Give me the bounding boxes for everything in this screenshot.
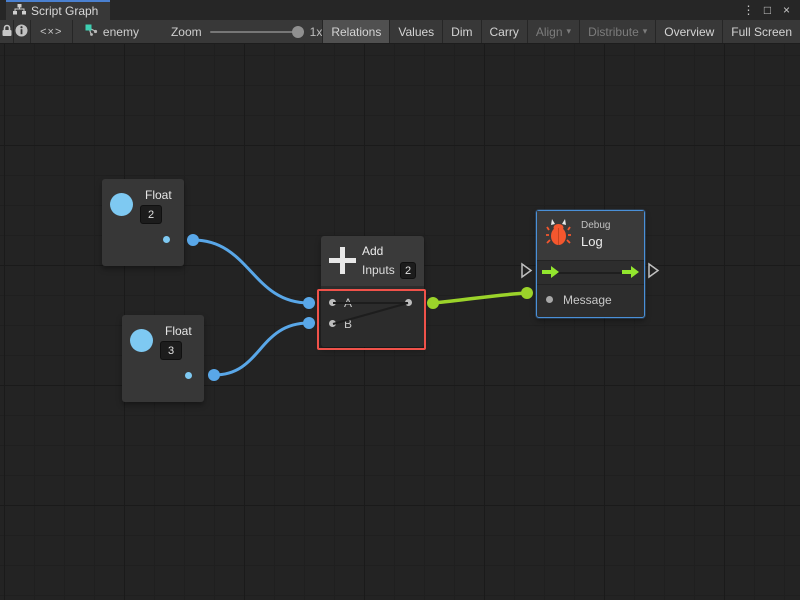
port-b-label: B bbox=[344, 317, 352, 331]
zoom-slider[interactable] bbox=[210, 31, 302, 33]
wire-endpoint bbox=[521, 287, 533, 299]
carry-button[interactable]: Carry bbox=[481, 20, 527, 43]
wire-add-to-message[interactable] bbox=[433, 293, 527, 303]
info-button[interactable] bbox=[14, 20, 30, 43]
message-label: Message bbox=[563, 293, 612, 307]
external-flow-out-triangle[interactable] bbox=[649, 264, 658, 277]
message-row: Message bbox=[537, 285, 644, 317]
float-node-1[interactable]: Float 2 bbox=[102, 179, 184, 266]
flow-output-port-icon[interactable] bbox=[622, 265, 639, 284]
zoom-slider-handle[interactable] bbox=[292, 26, 304, 38]
tab-title: Script Graph bbox=[31, 4, 98, 18]
wire-endpoint bbox=[427, 297, 439, 309]
port-a-label: A bbox=[344, 296, 352, 310]
wire-endpoint bbox=[303, 297, 315, 309]
wire-endpoint bbox=[208, 369, 220, 381]
zoom-control: Zoom 1x bbox=[149, 20, 322, 43]
node-title: Add bbox=[362, 244, 383, 258]
dim-button[interactable]: Dim bbox=[442, 20, 480, 43]
flow-relation-line bbox=[557, 272, 624, 274]
float-value-field[interactable]: 3 bbox=[160, 341, 182, 360]
zoom-label: Zoom bbox=[171, 25, 202, 39]
debug-log-node[interactable]: Debug Log Message bbox=[536, 210, 645, 318]
align-dropdown[interactable]: Align▾ bbox=[527, 20, 579, 43]
full-screen-button[interactable]: Full Screen bbox=[722, 20, 800, 43]
lock-icon bbox=[1, 24, 13, 40]
toolbar-buttons: Relations Values Dim Carry Align▾ Distri… bbox=[322, 20, 800, 43]
debug-node-header: Debug Log bbox=[537, 211, 644, 261]
distribute-dropdown[interactable]: Distribute▾ bbox=[579, 20, 655, 43]
float-value-field[interactable]: 2 bbox=[140, 205, 162, 224]
script-graph-asset-icon bbox=[85, 24, 98, 39]
inputs-count-field[interactable]: 2 bbox=[400, 262, 416, 279]
wire-endpoint bbox=[303, 317, 315, 329]
breadcrumb-label: enemy bbox=[103, 25, 139, 39]
maximize-icon[interactable]: □ bbox=[760, 0, 775, 20]
close-icon[interactable]: × bbox=[779, 0, 794, 20]
wire-endpoint bbox=[187, 234, 199, 246]
add-node[interactable]: Add Inputs 2 A B bbox=[321, 236, 424, 347]
node-title: Float bbox=[145, 188, 172, 202]
external-flow-in-triangle[interactable] bbox=[522, 264, 531, 277]
float-value-icon bbox=[110, 193, 133, 216]
bug-icon bbox=[546, 218, 571, 253]
plus-icon bbox=[329, 247, 356, 274]
node-category: Debug bbox=[581, 220, 610, 231]
add-node-header: Add Inputs 2 bbox=[321, 236, 424, 286]
graph-canvas[interactable]: Float 2 Float 3 Add Inputs 2 A B bbox=[0, 44, 800, 600]
zoom-value: 1x bbox=[310, 25, 323, 39]
node-title: Float bbox=[165, 324, 192, 338]
input-port-a[interactable] bbox=[329, 299, 336, 306]
float-node-2[interactable]: Float 3 bbox=[122, 315, 204, 402]
add-node-body: A B bbox=[321, 286, 424, 347]
relations-button[interactable]: Relations bbox=[322, 20, 389, 43]
float-output-port[interactable] bbox=[163, 236, 170, 243]
chevron-down-icon: ▾ bbox=[643, 26, 648, 37]
chevron-down-icon: ▾ bbox=[567, 26, 572, 37]
float-value-icon bbox=[130, 329, 153, 352]
float-output-port[interactable] bbox=[185, 372, 192, 379]
code-view-button[interactable]: <×> bbox=[31, 20, 73, 43]
overview-button[interactable]: Overview bbox=[655, 20, 722, 43]
graph-hierarchy-icon bbox=[13, 2, 26, 20]
wire-float2-to-add-b[interactable] bbox=[214, 323, 309, 375]
info-icon bbox=[15, 24, 28, 40]
message-input-port[interactable] bbox=[546, 296, 553, 303]
lock-button[interactable] bbox=[0, 20, 14, 43]
flow-input-port-icon[interactable] bbox=[542, 265, 559, 284]
node-title: Log bbox=[581, 234, 603, 249]
wire-float1-to-add-a[interactable] bbox=[193, 240, 309, 303]
input-port-b[interactable] bbox=[329, 320, 336, 327]
inputs-label: Inputs bbox=[362, 263, 395, 277]
window-controls: ⋮ □ × bbox=[741, 0, 800, 20]
values-button[interactable]: Values bbox=[389, 20, 442, 43]
breadcrumb[interactable]: enemy bbox=[73, 20, 149, 43]
code-icon: <×> bbox=[40, 26, 62, 38]
tab-script-graph[interactable]: Script Graph bbox=[6, 0, 110, 20]
script-graph-window: Script Graph ⋮ □ × bbox=[0, 0, 800, 600]
menu-icon[interactable]: ⋮ bbox=[741, 0, 756, 20]
title-bar: Script Graph ⋮ □ × bbox=[0, 0, 800, 20]
graph-toolbar: <×> enemy Zoom 1x Relations Values bbox=[0, 20, 800, 44]
flow-row bbox=[537, 261, 644, 285]
sum-output-port[interactable] bbox=[405, 299, 412, 306]
